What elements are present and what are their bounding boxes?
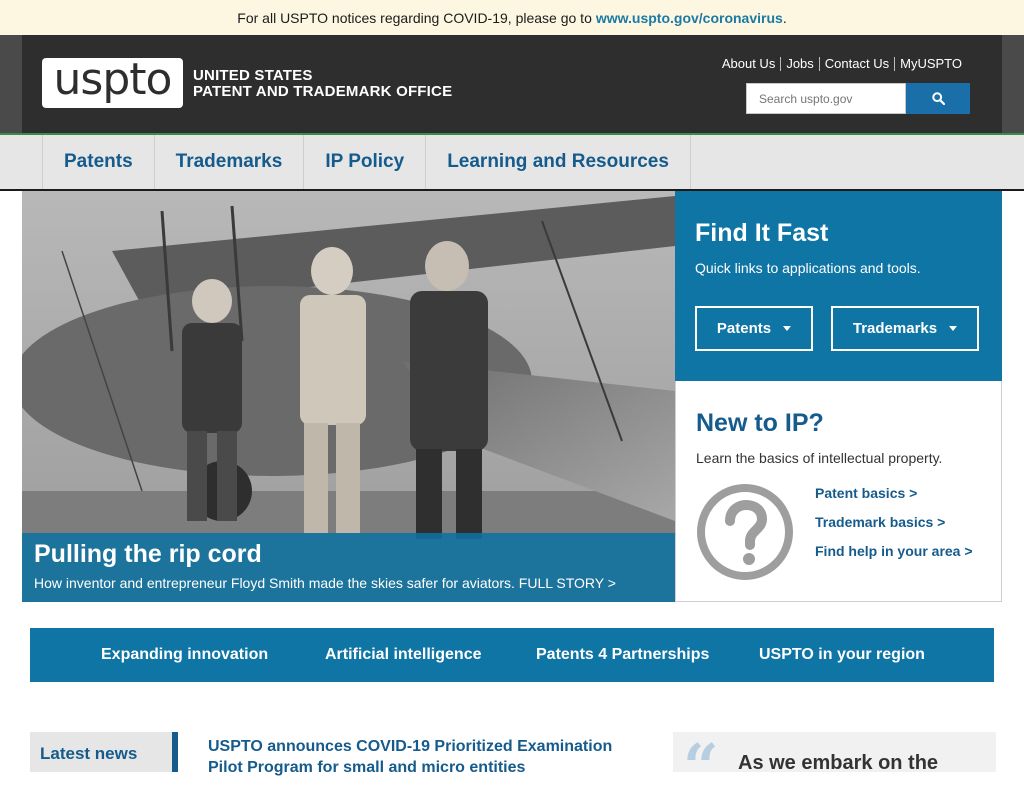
- question-circle-icon: [697, 484, 793, 580]
- hero-caption: Pulling the rip cord How inventor and en…: [22, 533, 675, 602]
- jobs-link[interactable]: Jobs: [781, 56, 818, 71]
- nav-learning-resources[interactable]: Learning and Resources: [426, 135, 691, 189]
- patent-basics-link[interactable]: Patent basics >: [815, 485, 973, 502]
- news-headline-link[interactable]: USPTO announces COVID-19 Prioritized Exa…: [208, 736, 648, 778]
- covid-banner-text: For all USPTO notices regarding COVID-19…: [237, 9, 592, 26]
- utility-nav: About Us Jobs Contact Us MyUSPTO: [717, 56, 967, 71]
- hero-feature[interactable]: Pulling the rip cord How inventor and en…: [22, 191, 675, 602]
- nav-trademarks[interactable]: Trademarks: [155, 135, 305, 189]
- caret-down-icon: [783, 326, 792, 331]
- caret-down-icon: [949, 326, 958, 331]
- trademarks-dropdown-label: Trademarks: [852, 320, 938, 337]
- search-icon: [931, 92, 945, 105]
- find-it-fast-panel: Find It Fast Quick links to applications…: [675, 191, 1002, 381]
- covid-banner-period: .: [782, 9, 787, 26]
- uspto-logo[interactable]: uspto: [42, 58, 183, 108]
- topic-artificial-intelligence[interactable]: Artificial intelligence: [325, 646, 481, 664]
- agency-line-2: PATENT AND TRADEMARK OFFICE: [193, 83, 453, 100]
- topic-expanding-innovation[interactable]: Expanding innovation: [101, 646, 268, 664]
- new-to-ip-links: Patent basics > Trademark basics > Find …: [815, 485, 973, 560]
- patents-dropdown-button[interactable]: Patents: [695, 306, 813, 351]
- main-nav-list: Patents Trademarks IP Policy Learning an…: [42, 135, 691, 189]
- trademarks-dropdown-button[interactable]: Trademarks: [831, 306, 979, 351]
- about-us-link[interactable]: About Us: [717, 56, 780, 71]
- covid-banner: For all USPTO notices regarding COVID-19…: [0, 0, 1024, 35]
- agency-name: UNITED STATES PATENT AND TRADEMARK OFFIC…: [193, 68, 452, 100]
- quote-text: As we embark on the: [738, 752, 939, 774]
- latest-news-tab[interactable]: Latest news: [30, 732, 178, 772]
- quote-panel: “ As we embark on the: [673, 732, 996, 798]
- main-nav: Patents Trademarks IP Policy Learning an…: [0, 133, 1024, 191]
- new-to-ip-subtitle: Learn the basics of intellectual propert…: [696, 450, 943, 466]
- find-it-fast-title: Find It Fast: [695, 219, 829, 247]
- covid-link[interactable]: www.uspto.gov/coronavirus: [596, 10, 783, 26]
- contact-us-link[interactable]: Contact Us: [820, 56, 894, 71]
- topic-patents-4-partnerships[interactable]: Patents 4 Partnerships: [536, 646, 709, 664]
- search-input[interactable]: [746, 83, 906, 114]
- hero-title[interactable]: Pulling the rip cord: [34, 539, 663, 569]
- site-search: [746, 83, 970, 114]
- agency-line-1: UNITED STATES: [193, 67, 313, 84]
- hero-subtitle[interactable]: How inventor and entrepreneur Floyd Smit…: [34, 575, 663, 591]
- logo-text: uspto: [53, 54, 173, 105]
- quote-mark-icon: “: [683, 730, 719, 803]
- find-it-fast-buttons: Patents Trademarks: [695, 306, 979, 351]
- nav-patents[interactable]: Patents: [43, 135, 155, 189]
- nav-ip-policy[interactable]: IP Policy: [304, 135, 427, 189]
- search-button[interactable]: [906, 83, 970, 114]
- new-to-ip-panel: New to IP? Learn the basics of intellect…: [675, 381, 1002, 602]
- find-help-link[interactable]: Find help in your area >: [815, 543, 973, 560]
- trademark-basics-link[interactable]: Trademark basics >: [815, 514, 973, 531]
- myuspto-link[interactable]: MyUSPTO: [895, 56, 967, 71]
- find-it-fast-subtitle: Quick links to applications and tools.: [695, 260, 921, 276]
- topic-uspto-in-your-region[interactable]: USPTO in your region: [759, 646, 925, 664]
- patents-dropdown-label: Patents: [716, 320, 772, 337]
- new-to-ip-title: New to IP?: [696, 409, 824, 437]
- latest-news-label: Latest news: [40, 744, 138, 763]
- topic-bar: Expanding innovation Artificial intellig…: [30, 628, 994, 682]
